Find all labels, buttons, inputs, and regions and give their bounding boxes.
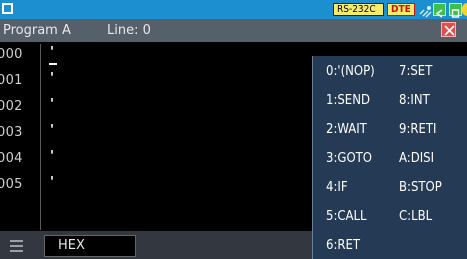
line-command: ' — [50, 123, 54, 138]
command-item-disi[interactable]: A:DISI — [399, 151, 434, 166]
command-item-ret[interactable]: 6:RET — [326, 238, 360, 253]
line-number: 004 — [0, 151, 23, 166]
status-bar: RS-232C DTE — [0, 0, 467, 19]
program-title: Program A — [3, 23, 71, 38]
command-menu: 0:'(NOP) 7:SET 1:SEND 8:INT 2:WAIT 9:RET… — [312, 56, 467, 259]
command-item-goto[interactable]: 3:GOTO — [326, 151, 372, 166]
listing-row[interactable]: 003 ' — [0, 120, 312, 146]
line-command: ' — [50, 149, 54, 164]
line-number: 000 — [0, 47, 23, 62]
command-item-wait[interactable]: 2:WAIT — [326, 122, 367, 137]
listing-row[interactable]: 005 ' — [0, 172, 312, 198]
line-indicator: Line: 0 — [107, 23, 151, 38]
command-item-reti[interactable]: 9:RETI — [399, 122, 436, 137]
line-command: ' — [50, 71, 54, 86]
bottom-bar: HEX display — [0, 231, 312, 259]
line-command: ' — [50, 175, 54, 190]
close-icon — [444, 25, 455, 36]
command-item-if[interactable]: 4:IF — [326, 180, 348, 195]
command-item-set[interactable]: 7:SET — [399, 64, 432, 79]
card-icon — [449, 3, 462, 18]
command-item-send[interactable]: 1:SEND — [326, 93, 370, 108]
line-number: 002 — [0, 99, 23, 114]
listing-row[interactable]: 004 ' — [0, 146, 312, 172]
connection-icon — [419, 3, 432, 18]
line-command: ' — [50, 97, 54, 112]
text-cursor — [49, 63, 57, 65]
command-item-lbl[interactable]: C:LBL — [399, 209, 432, 224]
window-icon[interactable] — [2, 3, 13, 14]
gutter-divider — [40, 44, 41, 230]
menu-icon[interactable] — [8, 237, 25, 253]
command-item-int[interactable]: 8:INT — [399, 93, 430, 108]
line-command: ' — [50, 45, 54, 60]
power-icon — [462, 3, 467, 16]
command-item-nop[interactable]: 0:'(NOP) — [326, 64, 375, 79]
rs232c-badge: RS-232C — [333, 3, 384, 16]
hex-display-button[interactable]: HEX display — [44, 235, 136, 259]
close-button[interactable] — [441, 22, 456, 37]
program-listing[interactable]: 000 ' 001 ' 002 ' 003 ' 004 ' 005 ' — [0, 42, 312, 231]
dte-badge: DTE — [387, 3, 415, 16]
arrow-icon — [433, 3, 446, 18]
line-number: 001 — [0, 73, 23, 88]
listing-row[interactable]: 000 ' — [0, 42, 312, 68]
listing-row[interactable]: 002 ' — [0, 94, 312, 120]
listing-row[interactable]: 001 ' — [0, 68, 312, 94]
program-header: Program A Line: 0 — [0, 19, 467, 42]
command-item-call[interactable]: 5:CALL — [326, 209, 367, 224]
line-number: 005 — [0, 177, 23, 192]
line-number: 003 — [0, 125, 23, 140]
command-item-stop[interactable]: B:STOP — [399, 180, 442, 195]
